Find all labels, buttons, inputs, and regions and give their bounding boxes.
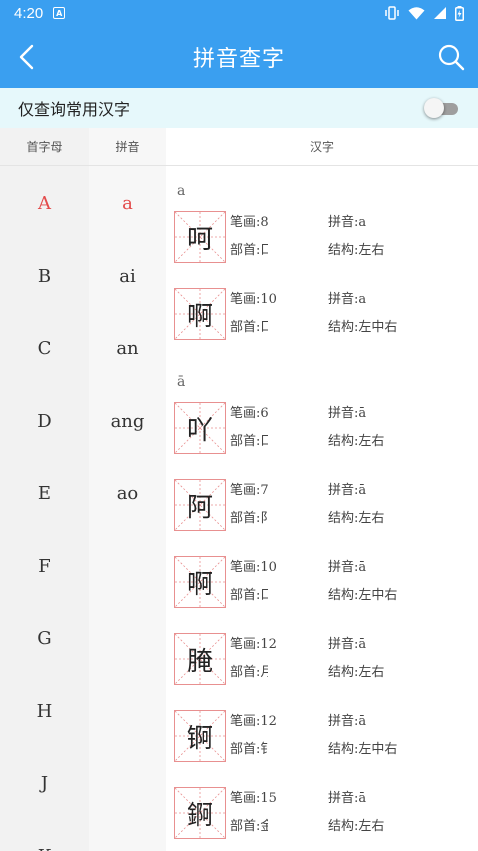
toggle-thumb [424,98,444,118]
structure: 结构:左右 [328,434,385,449]
character-glyph: 吖 [186,415,213,446]
initial-item-8[interactable]: J [0,748,89,821]
stroke-count: 笔画:8 [230,215,269,230]
pinyin-item-0[interactable]: a [89,166,166,240]
character-grid-box: 阿 [174,479,226,531]
radical: 部首:口 [230,243,268,258]
pinyin-reading: 拼音:a [328,215,367,230]
character-row[interactable]: 阿 笔画:7 部首:阝 拼音:ā 结构:左右 [166,471,478,548]
character-glyph: 錒 [186,800,213,831]
column-headers: 首字母 拼音 汉字 [0,128,478,166]
pinyin-column-header: 拼音 [89,128,166,165]
character-row[interactable]: 腌 笔画:12 部首:月 拼音:ā 结构:左右 [166,625,478,702]
initial-item-3[interactable]: D [0,385,89,458]
radical: 部首:阝 [230,511,268,526]
radical: 部首:金 [230,819,268,834]
stroke-count: 笔画:10 [230,292,277,307]
initial-item-2[interactable]: C [0,313,89,386]
character-glyph: 锕 [186,723,213,754]
character-result-list[interactable]: a 呵笔画:8 部首:口 拼音:a 结构:左右啊笔画:10 部首:口 拼音:a 结构:左中右 ā… [166,166,478,851]
character-grid-box: 吖 [174,402,226,454]
initial-item-0[interactable]: A [0,166,89,240]
pinyin-item-2[interactable]: an [89,313,166,386]
common-only-toggle[interactable] [424,98,460,118]
character-grid-box: 啊 [174,556,226,608]
character-glyph: 腌 [186,646,213,677]
structure: 结构:左右 [328,819,385,834]
pinyin-reading: 拼音:ā [328,483,367,498]
stroke-count: 笔画:12 [230,637,277,652]
common-only-filter: 仅查询常用汉字 [0,88,478,128]
pinyin-list[interactable]: a ai an ang ao [89,166,166,851]
common-only-label: 仅查询常用汉字 [18,100,131,119]
stroke-count: 笔画:6 [230,406,269,421]
character-row[interactable]: 啊 笔画:10 部首:口 拼音:a 结构:左中右 [166,280,478,357]
initial-item-7[interactable]: H [0,675,89,748]
notification-icon: A [53,7,66,19]
initial-letter-list[interactable]: ABCDEFGHJK [0,166,89,851]
radical: 部首:钅 [230,742,268,757]
character-glyph: 啊 [186,569,213,600]
character-row[interactable]: 呵 笔画:8 部首:口 拼音:a 结构:左右 [166,203,478,280]
initial-item-9[interactable]: K [0,820,89,851]
vibrate-icon [385,6,399,20]
structure: 结构:左中右 [328,588,398,603]
structure: 结构:左中右 [328,742,398,757]
character-row[interactable]: 吖 笔画:6 部首:口 拼音:ā 结构:左右 [166,394,478,471]
initial-item-4[interactable]: E [0,458,89,531]
pinyin-reading: 拼音:ā [328,406,367,421]
search-icon [438,44,465,71]
character-grid-box: 呵 [174,211,226,263]
pinyin-item-3[interactable]: ang [89,385,166,458]
pinyin-reading: 拼音:ā [328,714,367,729]
signal-icon [434,7,446,19]
status-bar: 4:20 A [0,0,478,26]
pinyin-group-label: ā [177,374,186,390]
stroke-count: 笔画:7 [230,483,269,498]
structure: 结构:左右 [328,243,385,258]
character-glyph: 呵 [186,224,213,255]
search-button[interactable] [434,40,468,74]
back-button[interactable] [10,40,44,74]
pinyin-reading: 拼音:ā [328,637,367,652]
radical: 部首:月 [230,665,268,680]
chevron-left-icon [19,44,34,70]
radical: 部首:口 [230,588,268,603]
stroke-count: 笔画:12 [230,714,277,729]
radical: 部首:口 [230,320,268,335]
character-row[interactable]: 啊 笔画:10 部首:口 拼音:ā 结构:左中右 [166,548,478,625]
radical: 部首:口 [230,434,268,449]
structure: 结构:左右 [328,511,385,526]
character-grid-box: 腌 [174,633,226,685]
structure: 结构:左中右 [328,320,398,335]
character-glyph: 阿 [186,492,213,523]
character-grid-box: 錒 [174,787,226,839]
pinyin-item-4[interactable]: ao [89,458,166,531]
pinyin-group-label: a [177,183,186,199]
pinyin-reading: 拼音:a [328,292,367,307]
character-row[interactable]: 錒 笔画:15 部首:金 拼音:ā 结构:左右 [166,779,478,851]
battery-icon [455,5,464,21]
initial-item-5[interactable]: F [0,530,89,603]
page-title: 拼音查字 [192,47,285,72]
pinyin-reading: 拼音:ā [328,560,367,575]
pinyin-reading: 拼音:ā [328,791,367,806]
initial-item-1[interactable]: B [0,240,89,313]
structure: 结构:左右 [328,665,385,680]
status-time: 4:20 [14,4,44,22]
character-row[interactable]: 锕 笔画:12 部首:钅 拼音:ā 结构:左中右 [166,702,478,779]
hanzi-column-header: 汉字 [166,128,478,165]
pinyin-item-1[interactable]: ai [89,240,166,313]
initial-item-6[interactable]: G [0,603,89,676]
stroke-count: 笔画:15 [230,791,277,806]
initial-column-header: 首字母 [0,128,89,165]
character-glyph: 啊 [186,301,213,332]
app-bar: 拼音查字 [0,26,478,88]
character-grid-box: 锕 [174,710,226,762]
character-grid-box: 啊 [174,288,226,340]
stroke-count: 笔画:10 [230,560,277,575]
wifi-icon [408,7,425,20]
